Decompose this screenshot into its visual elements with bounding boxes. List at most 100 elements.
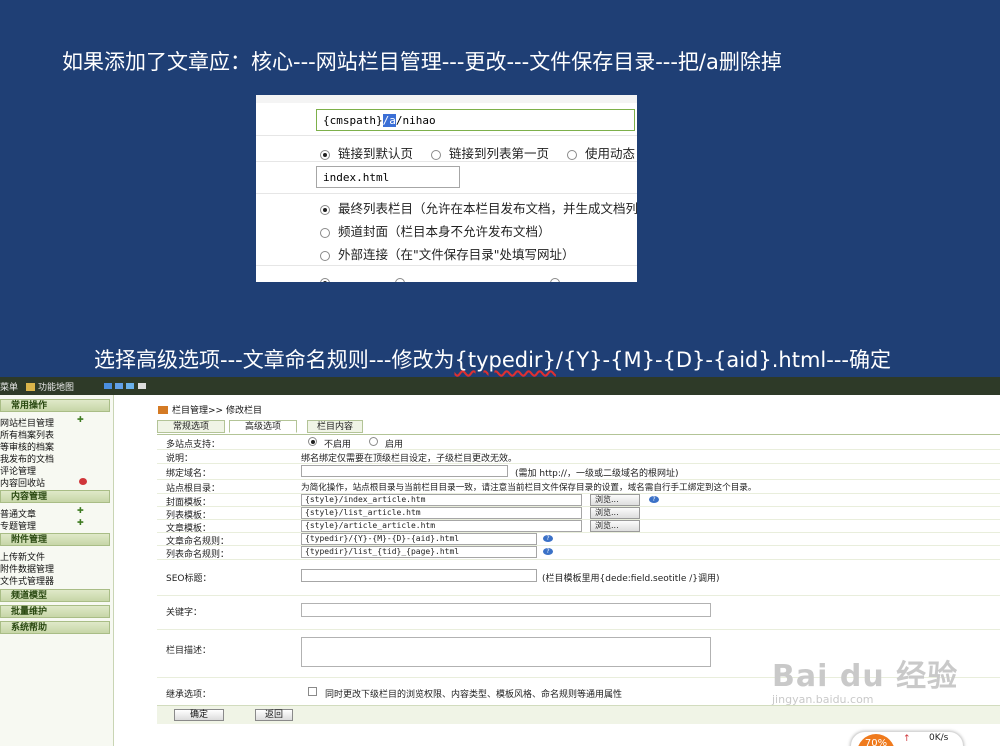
sidebar-section-batch[interactable]: 批量维护 (0, 605, 110, 618)
help-icon[interactable]: ? (543, 535, 553, 542)
sidebar-item-topics[interactable]: 专题管理 (0, 519, 36, 532)
tab-advanced[interactable]: 高级选项 (229, 420, 297, 433)
theme-swatch-blue-icon[interactable] (104, 383, 112, 389)
confirm-button[interactable]: 确定 (174, 709, 224, 721)
description-textarea[interactable] (301, 637, 711, 667)
sidebar-section-content[interactable]: 内容管理 (0, 490, 110, 503)
add-icon[interactable]: ✚ (77, 518, 84, 527)
list-naming-input[interactable]: {typedir}/list_{tid}_{page}.html (301, 546, 537, 558)
radio-default-page[interactable] (320, 149, 330, 160)
keywords-label: 关键字： (166, 608, 203, 618)
domain-input[interactable] (301, 465, 508, 477)
network-speed-widget[interactable]: 70% ↑ 0K/s (850, 731, 964, 746)
map-icon (26, 383, 35, 391)
screenshot-folder-settings: {cmspath}/a/nihao 链接到默认页 链接到列表第一页 使用动态 i… (256, 95, 637, 282)
top-menu-bar: 菜单 功能地图 (0, 377, 1000, 395)
radio-multisite-off[interactable] (308, 437, 317, 446)
add-icon[interactable]: ✚ (77, 415, 84, 424)
cropped-bottom-row (320, 272, 561, 282)
link-opt-default: 链接到默认页 (338, 146, 414, 161)
path-selected-segment: /a (382, 114, 396, 127)
sidebar-section-attach[interactable]: 附件管理 (0, 533, 110, 546)
cropped-top-strip (256, 95, 637, 103)
type-opt-channel-cover-label: 频道封面（栏目本身不允许发布文档） (338, 224, 551, 239)
type-opt-external-link-label: 外部连接（在"文件保存目录"处填写网址） (338, 247, 575, 262)
caption-step-1: 如果添加了文章应：核心---网站栏目管理---更改---文件保存目录---把/a… (62, 50, 782, 74)
list-template-input[interactable]: {style}/list_article.htm (301, 507, 582, 519)
add-icon[interactable]: ✚ (77, 506, 84, 515)
browse-list-button[interactable]: 浏览... (590, 507, 640, 519)
row-note: 说明： 绑名绑定仅需要在顶级栏目设定，子级栏目更改无效。 (157, 449, 1000, 464)
row-keywords: 关键字： (157, 595, 1000, 630)
browse-index-button[interactable]: 浏览... (590, 494, 640, 506)
save-directory-input[interactable]: {cmspath}/a/nihao (316, 109, 635, 131)
sidebar-section-help[interactable]: 系统帮助 (0, 621, 110, 634)
inherit-text: 同时更改下级栏目的浏览权限、内容类型、模板风格、命名规则等通用属性 (325, 690, 623, 700)
browse-article-button[interactable]: 浏览... (590, 520, 640, 532)
domain-label: 绑定域名： (166, 469, 212, 479)
radio-final-list[interactable] (320, 204, 330, 215)
theme-swatch-gray-icon[interactable] (138, 383, 146, 389)
network-percent: 70% (857, 734, 895, 746)
caption-step-2-suffix: /{Y}-{M}-{D}-{aid}.html---确定 (555, 348, 891, 372)
default-page-input[interactable]: index.html (316, 166, 460, 188)
index-template-input[interactable]: {style}/index_article.htm (301, 494, 582, 506)
recycle-bin-icon[interactable] (79, 478, 87, 485)
row-multisite: 多站点支持： 不启用 启用 (157, 435, 1000, 450)
network-speed: 0K/s (929, 733, 949, 743)
radio-cropped-2[interactable] (395, 277, 406, 282)
radio-multisite-on[interactable] (369, 437, 378, 446)
breadcrumb: 栏目管理>> 修改栏目 (158, 403, 262, 416)
inherit-checkbox[interactable] (308, 687, 317, 696)
path-prefix: {cmspath} (323, 114, 383, 127)
theme-swatch-sky-icon[interactable] (126, 383, 134, 389)
function-map-link[interactable]: 功能地图 (26, 380, 74, 393)
action-bar: 确定 返回 (157, 705, 1000, 724)
radio-channel-cover[interactable] (320, 227, 330, 238)
watermark-url: jingyan.baidu.com (772, 693, 874, 706)
link-opt-dynamic: 使用动态 (585, 146, 636, 161)
breadcrumb-text: 栏目管理>> 修改栏目 (172, 406, 262, 416)
radio-dynamic[interactable] (567, 149, 577, 160)
help-icon[interactable]: ? (543, 548, 553, 555)
row-seo-title: SEO标题： (栏目模板里用{dede:field.seotitle /}调用) (157, 559, 1000, 596)
radio-external-link[interactable] (320, 250, 330, 261)
row-article-naming: 文章命名规则： {typedir}/{Y}-{M}-{D}-{aid}.html… (157, 532, 1000, 547)
sidebar-item-recycle[interactable]: 内容回收站 (0, 476, 45, 489)
article-naming-input[interactable]: {typedir}/{Y}-{M}-{D}-{aid}.html (301, 533, 537, 545)
function-map-label: 功能地图 (38, 383, 75, 393)
row-list-naming: 列表命名规则： {typedir}/list_{tid}_{page}.html… (157, 545, 1000, 560)
type-option-final-list: 最终列表栏目（允许在本栏目发布文档，并生成文档列 (320, 198, 637, 217)
tab-content[interactable]: 栏目内容 (307, 420, 363, 433)
sidebar-section-common[interactable]: 常用操作 (0, 399, 110, 412)
seo-title-hint: (栏目模板里用{dede:field.seotitle /}调用) (542, 574, 720, 584)
caption-step-2: 选择高级选项---文章命名规则---修改为{typedir}/{Y}-{M}-{… (94, 344, 891, 374)
path-suffix: /nihao (395, 114, 436, 127)
root-text: 为简化操作，站点根目录与当前栏目目录一致，请注意当前栏目文件保存目录的设置，域名… (301, 483, 757, 493)
menu-link[interactable]: 菜单 (0, 380, 18, 393)
type-opt-final-list-label: 最终列表栏目（允许在本栏目发布文档，并生成文档列 (338, 201, 637, 216)
radio-cropped-3[interactable] (550, 277, 561, 282)
help-icon[interactable]: ? (649, 496, 659, 503)
seo-title-label: SEO标题： (166, 574, 212, 584)
keywords-input[interactable] (301, 603, 711, 617)
link-opt-first: 链接到列表第一页 (449, 146, 550, 161)
divider (256, 193, 637, 194)
sidebar: 常用操作 网站栏目管理 ✚ 所有档案列表 等审核的档案 我发布的文档 评论管理 … (0, 395, 114, 746)
row-article-template: 文章模板： {style}/article_article.htm 浏览... (157, 519, 1000, 534)
radio-cropped-1[interactable] (320, 277, 330, 282)
watermark: Bai du 经验 jingyan.baidu.com (772, 651, 958, 706)
back-button[interactable]: 返回 (255, 709, 293, 721)
tab-general[interactable]: 常规选项 (157, 420, 225, 433)
type-option-external-link: 外部连接（在"文件保存目录"处填写网址） (320, 244, 575, 263)
radio-first-list-page[interactable] (431, 149, 441, 160)
article-template-input[interactable]: {style}/article_article.htm (301, 520, 582, 532)
theme-swatch-lightblue-icon[interactable] (115, 383, 123, 389)
sidebar-item-file-manager[interactable]: 文件式管理器 (0, 574, 54, 587)
inherit-label: 继承选项： (166, 690, 212, 700)
row-domain: 绑定域名： (需加 http://，一级或二级域名的根网址) (157, 463, 1000, 480)
sidebar-section-channel[interactable]: 频道模型 (0, 589, 110, 602)
divider (256, 161, 637, 162)
divider (256, 135, 637, 136)
seo-title-input[interactable] (301, 569, 537, 582)
